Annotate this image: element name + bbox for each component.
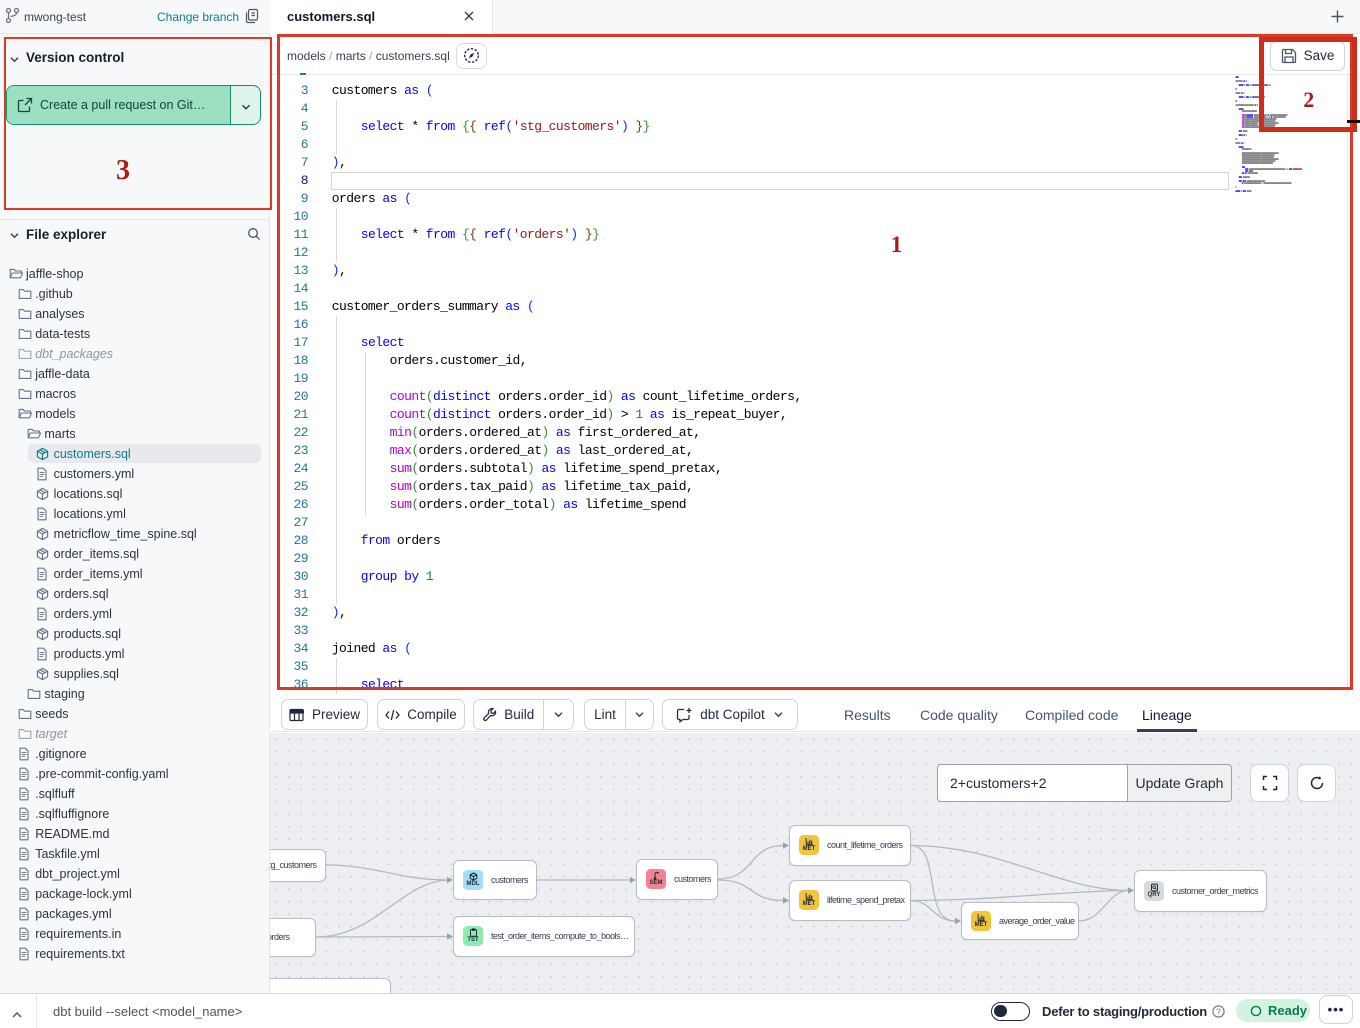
svg-text:?: ? (1216, 1006, 1221, 1016)
